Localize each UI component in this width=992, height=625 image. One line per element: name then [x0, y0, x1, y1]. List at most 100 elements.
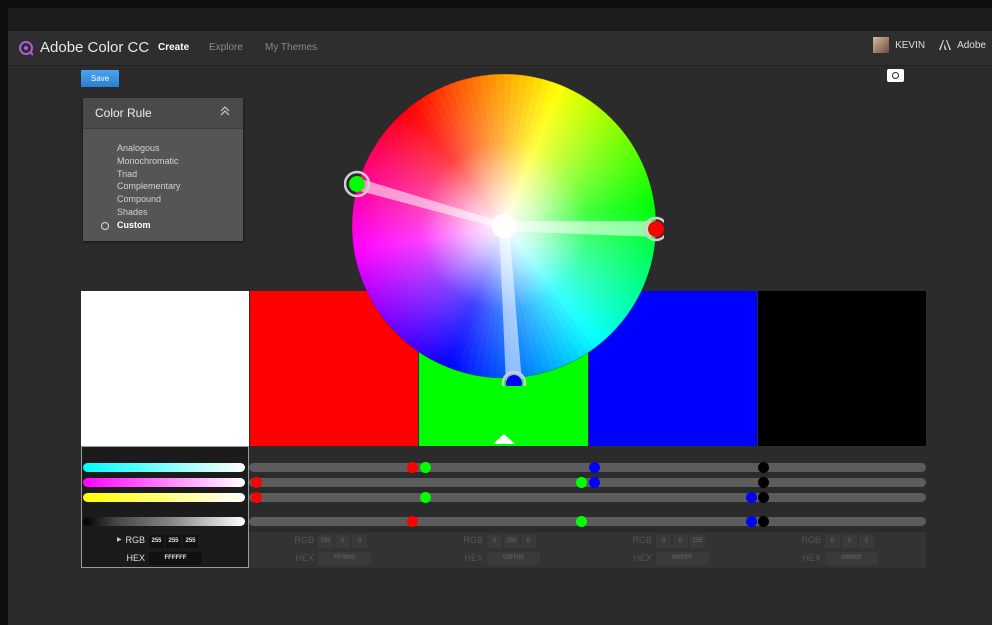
slider-knob-s3-1[interactable] [588, 462, 600, 473]
color-rule-option-complementary[interactable]: Complementary [117, 180, 181, 193]
slider-knob-s4-1[interactable] [757, 462, 769, 473]
color-wheel[interactable] [344, 66, 664, 386]
green-value-field[interactable]: 0 [842, 535, 857, 548]
blue-value-field[interactable]: 255 [690, 535, 705, 548]
rgb-label: RGB [125, 535, 145, 545]
hex-label: HEX [295, 553, 314, 563]
base-color-marker-icon [493, 434, 515, 444]
user-area: KEVIN Adobe [873, 37, 986, 53]
color-rule-option-compound[interactable]: Compound [117, 193, 181, 206]
top-nav: Adobe Color CC Create Explore My Themes … [8, 31, 992, 66]
slider-knob-s4-3[interactable] [757, 492, 769, 503]
slider-knob-s1-1[interactable] [406, 462, 418, 473]
blue-value-field[interactable]: 255 [183, 535, 198, 548]
app-title: Adobe Color CC [40, 39, 150, 56]
color-rule-option-analogous[interactable]: Analogous [117, 142, 181, 155]
red-value-field[interactable]: 0 [656, 535, 671, 548]
slider-knob-s1-2[interactable] [419, 462, 431, 473]
hex-value-field[interactable]: 000000 [825, 552, 878, 565]
chevron-up-icon[interactable] [219, 105, 231, 117]
hex-value-field[interactable]: FF0000 [318, 552, 371, 565]
green-value-field[interactable]: 255 [166, 535, 181, 548]
slider-knob-s2-1[interactable] [575, 477, 587, 488]
blue-value-field[interactable]: 0 [521, 535, 536, 548]
radio-icon [101, 221, 109, 230]
color-rule-list: Analogous Monochromatic Triad Complementary… [101, 142, 181, 232]
hex-label: HEX [802, 553, 821, 563]
red-value-field[interactable]: 0 [487, 535, 502, 548]
adobe-logo-icon [939, 40, 952, 50]
red-value-field[interactable]: 255 [149, 535, 164, 548]
slider-knob-s4-2[interactable] [757, 477, 769, 488]
rgb-label: RGB [801, 535, 821, 545]
color-rule-panel: Color Rule Analogous Monochromatic Triad Co… [83, 98, 243, 241]
color-rule-option-label: Monochromatic [117, 155, 179, 166]
swatch-1[interactable] [81, 291, 249, 446]
color-rule-option-label: Shades [117, 206, 148, 217]
color-rule-option-custom[interactable]: Custom [101, 219, 181, 232]
slider-knob-s1-4[interactable] [250, 492, 262, 503]
green-value-field[interactable]: 255 [504, 535, 519, 548]
red-value-field[interactable]: 0 [825, 535, 840, 548]
nav-explore[interactable]: Explore [209, 42, 243, 53]
rgb-label: RGB [632, 535, 652, 545]
slider-knob-s3-3[interactable] [745, 492, 757, 503]
swatch-values-1: ▶ RGB 255 255 255 HEX FFFFFF [81, 533, 249, 567]
camera-icon[interactable] [887, 69, 904, 82]
color-rule-header[interactable]: Color Rule [83, 98, 243, 129]
swatch-values-3: RGB 0 255 0 HEX 00FF00 [419, 533, 587, 567]
color-rule-option-triad[interactable]: Triad [117, 168, 181, 181]
hex-value-field[interactable]: 00FF00 [487, 552, 540, 565]
swatch-values-2: RGB 255 0 0 HEX FF0000 [250, 533, 418, 567]
slider-track-2[interactable] [249, 478, 926, 487]
blue-value-field[interactable]: 0 [352, 535, 367, 548]
adobe-color-logo-icon [19, 40, 34, 56]
rgb-label: RGB [294, 535, 314, 545]
browser-top-strip [8, 8, 992, 31]
nav-create[interactable]: Create [158, 42, 189, 53]
adobe-link[interactable]: Adobe [957, 40, 986, 51]
wheel-handle-green[interactable] [349, 176, 365, 192]
avatar[interactable] [873, 37, 890, 53]
slider-track-4[interactable] [249, 517, 926, 526]
slider-knob-s2-3[interactable] [575, 516, 587, 527]
slider-knob-s4-4[interactable] [757, 516, 769, 527]
green-value-field[interactable]: 0 [335, 535, 350, 548]
swatch-values-5: RGB 0 0 0 HEX 000000 [757, 533, 925, 567]
wheel-handle-red[interactable] [648, 221, 664, 237]
slider-knob-s1-5[interactable] [406, 516, 418, 527]
selected-slider-4[interactable] [83, 517, 245, 526]
color-rule-option-monochromatic[interactable]: Monochromatic [117, 155, 181, 168]
hex-label: HEX [464, 553, 483, 563]
app-window: Adobe Color CC Create Explore My Themes … [8, 8, 992, 625]
color-rule-option-label: Compound [117, 194, 162, 205]
rgb-label: RGB [463, 535, 483, 545]
hex-value-field[interactable]: FFFFFF [149, 552, 202, 565]
save-button[interactable]: Save [81, 70, 119, 87]
nav-my-themes[interactable]: My Themes [265, 42, 317, 53]
color-rule-option-label: Analogous [117, 143, 160, 153]
color-rule-option-label: Triad [117, 168, 138, 179]
color-rule-option-shades[interactable]: Shades [117, 206, 181, 219]
color-rule-option-label: Custom [117, 219, 151, 230]
brand[interactable]: Adobe Color CC [18, 39, 149, 56]
color-rule-title: Color Rule [95, 106, 152, 120]
green-value-field[interactable]: 0 [673, 535, 688, 548]
hex-value-field[interactable]: 0000FF [656, 552, 709, 565]
user-name[interactable]: KEVIN [895, 40, 925, 51]
color-rule-option-label: Complementary [117, 181, 181, 192]
red-value-field[interactable]: 255 [318, 535, 333, 548]
swatch-5[interactable] [758, 291, 926, 446]
slider-knob-s2-2[interactable] [419, 492, 431, 503]
swatch-values-4: RGB 0 0 255 HEX 0000FF [588, 533, 756, 567]
slider-knob-s1-3[interactable] [250, 477, 262, 488]
slider-track-1[interactable] [249, 463, 926, 472]
selected-slider-1[interactable] [83, 463, 245, 472]
selected-slider-3[interactable] [83, 493, 245, 502]
slider-track-3[interactable] [249, 493, 926, 502]
blue-value-field[interactable]: 0 [859, 535, 874, 548]
wheel-center-handle[interactable] [492, 214, 516, 238]
slider-knob-s3-4[interactable] [745, 516, 757, 527]
slider-knob-s3-2[interactable] [588, 477, 600, 488]
selected-slider-2[interactable] [83, 478, 245, 487]
